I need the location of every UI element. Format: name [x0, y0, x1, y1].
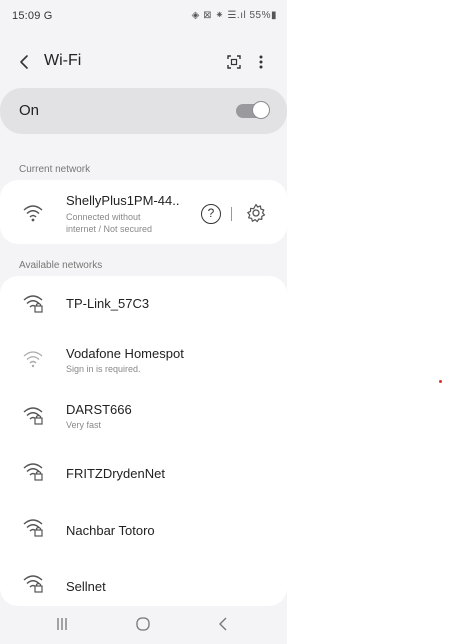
wifi-toggle-label: On [19, 102, 40, 119]
available-networks-card: TP-Link_57C3 Vodafone Homespot Sign in i… [0, 276, 287, 606]
network-status: Sign in is required. [66, 364, 141, 374]
network-row[interactable]: Vodafone Homespot Sign in is required. [0, 336, 287, 384]
wifi-toggle-row[interactable]: On [0, 88, 287, 134]
toggle-knob [252, 101, 270, 119]
wifi-locked-icon [23, 295, 43, 313]
more-options-button[interactable] [251, 50, 271, 74]
network-name: DARST666 [66, 402, 132, 417]
back-nav-icon[interactable] [216, 616, 232, 632]
wifi-locked-icon [23, 519, 43, 537]
current-network-row[interactable]: ShellyPlus1PM-44.. Connected without int… [0, 180, 287, 244]
current-network-status-line2: internet / Not secured [66, 224, 153, 234]
available-networks-label: Available networks [19, 260, 103, 271]
recent-apps-icon[interactable] [55, 616, 69, 632]
network-name: Sellnet [66, 579, 106, 594]
current-network-status-line1: Connected without [66, 212, 141, 222]
wifi-locked-icon [23, 463, 43, 481]
more-vertical-icon [259, 55, 263, 69]
wifi-toggle-switch[interactable] [236, 101, 270, 119]
network-name: TP-Link_57C3 [66, 296, 150, 311]
qr-scan-button[interactable] [222, 50, 246, 74]
current-network-label: Current network [19, 164, 91, 175]
home-icon[interactable] [135, 616, 151, 632]
network-row[interactable]: Nachbar Totoro [0, 504, 287, 552]
app-bar: Wi-Fi [0, 44, 287, 80]
status-icons: ◈ ⊠ ⁕ ☰.ıl 55%▮ [191, 10, 277, 21]
phone-screen: 15:09 G ◈ ⊠ ⁕ ☰.ıl 55%▮ Wi-Fi On Current… [0, 0, 287, 644]
back-button[interactable] [12, 50, 36, 74]
wifi-locked-icon [23, 407, 43, 425]
gear-icon[interactable] [245, 202, 267, 224]
network-name: Nachbar Totoro [66, 523, 155, 538]
status-time: 15:09 G [12, 10, 53, 22]
wifi-locked-icon [23, 575, 43, 593]
status-bar: 15:09 G ◈ ⊠ ⁕ ☰.ıl 55%▮ [0, 0, 287, 34]
page-title: Wi-Fi [44, 52, 82, 69]
navigation-bar [0, 606, 287, 644]
wifi-open-icon [23, 351, 43, 368]
network-row[interactable]: TP-Link_57C3 [0, 280, 287, 328]
divider [231, 207, 232, 221]
network-row[interactable]: DARST666 Very fast [0, 392, 287, 440]
chevron-left-icon [20, 55, 28, 69]
network-status: Very fast [66, 420, 102, 430]
network-name: Vodafone Homespot [66, 346, 184, 361]
network-row[interactable]: FRITZDrydenNet [0, 448, 287, 496]
network-row[interactable]: Sellnet [0, 560, 287, 608]
network-name: FRITZDrydenNet [66, 466, 165, 481]
current-network-name: ShellyPlus1PM-44.. [66, 193, 180, 208]
current-network-card: ShellyPlus1PM-44.. Connected without int… [0, 180, 287, 244]
help-button[interactable]: ? [201, 204, 221, 224]
marker-dot [439, 380, 442, 383]
qr-scan-icon [227, 55, 241, 69]
wifi-signal-icon [23, 205, 43, 222]
